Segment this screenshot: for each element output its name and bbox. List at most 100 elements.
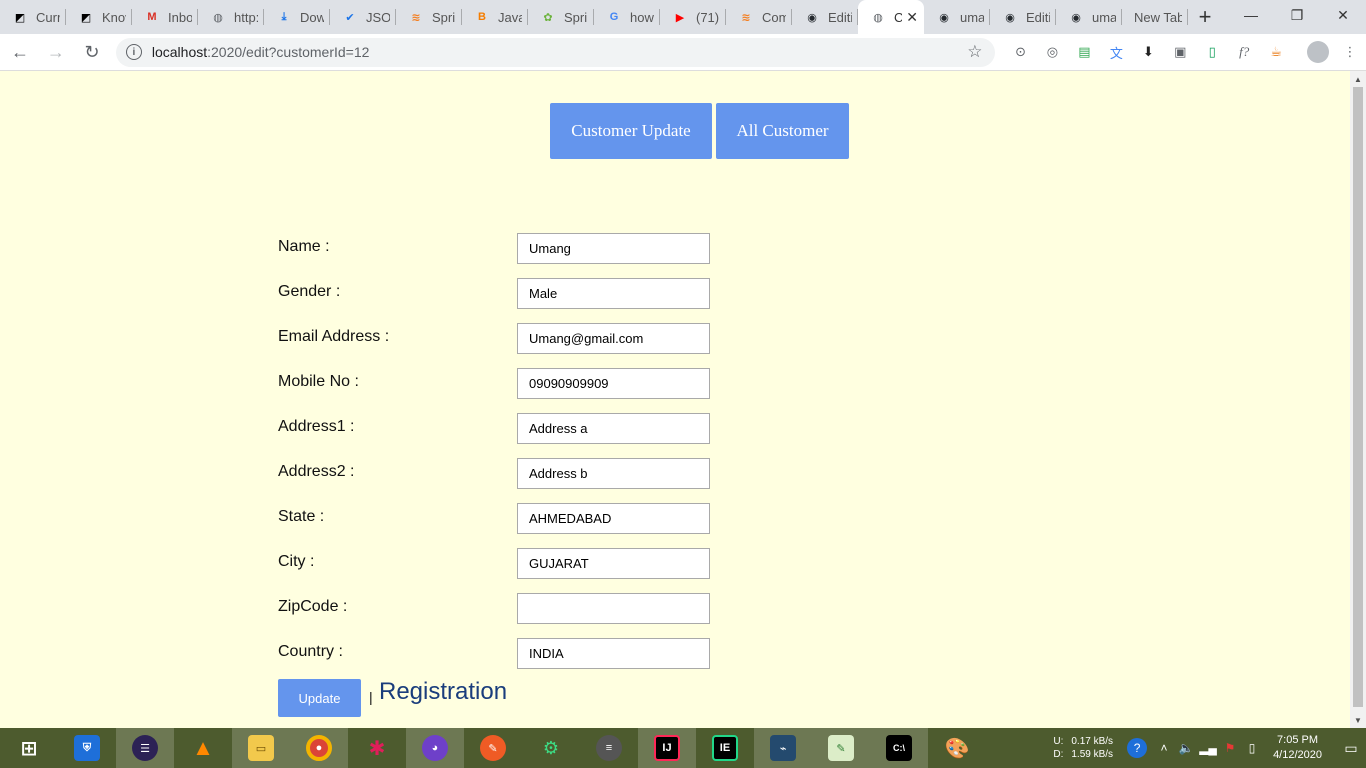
bookmark-star-icon[interactable]: ☆ <box>967 42 982 62</box>
browser-tab[interactable]: ◉ uma <box>1056 0 1122 34</box>
volume-icon[interactable]: 🔈 <box>1175 741 1197 755</box>
browser-tab[interactable]: ≋ Com <box>726 0 792 34</box>
browser-tab[interactable]: Ghow <box>594 0 660 34</box>
address-bar[interactable]: i localhost:2020/edit?customerId=12 ☆ <box>115 37 995 67</box>
intellij-icon[interactable]: IJ <box>638 728 696 768</box>
network-icon[interactable]: ▂▄ <box>1197 741 1219 755</box>
extension-icon[interactable]: ▯ <box>1196 38 1228 66</box>
scroll-up-icon[interactable]: ▲ <box>1350 71 1366 87</box>
field-input[interactable]: Umang <box>517 233 710 264</box>
menu-icon[interactable]: ⋮ <box>1334 38 1366 66</box>
tab-label: Sprir <box>432 9 456 25</box>
translate-icon[interactable]: 文 <box>1100 38 1132 66</box>
paint-icon[interactable]: 🎨 <box>928 728 986 768</box>
form-row: State : AHMEDABAD <box>278 503 718 534</box>
browser-tab[interactable]: ◩ Knov <box>66 0 132 34</box>
spring-icon: ✿ <box>543 11 553 24</box>
clock[interactable]: 7:05 PM 4/12/2020 <box>1273 733 1322 763</box>
form-row: Mobile No : 09090909909 <box>278 368 718 399</box>
page-scrollbar[interactable]: ▲ ▼ <box>1350 71 1366 728</box>
github-desktop-icon[interactable]: ◕ <box>406 728 464 768</box>
browser-tab[interactable]: ▶ (71) <box>660 0 726 34</box>
new-tab-plus-icon[interactable]: + <box>1188 0 1222 34</box>
extension-icon[interactable]: ◎ <box>1037 38 1069 66</box>
browser-tab[interactable]: ✔ JSON <box>330 0 396 34</box>
browser-tab[interactable]: ◉ Editi <box>792 0 858 34</box>
system-tray: U: D: 0.17 kB/s 1.59 kB/s ? ˄ 🔈 ▂▄ ⚑ ▯ 7… <box>1053 728 1366 768</box>
function-icon[interactable]: f? <box>1228 38 1260 66</box>
forward-icon[interactable]: → <box>40 36 72 68</box>
field-input[interactable]: Male <box>517 278 710 309</box>
browser-tab[interactable]: ⤓ Dow <box>264 0 330 34</box>
field-input[interactable]: INDIA <box>517 638 710 669</box>
browser-tab[interactable]: ◉ Editi <box>990 0 1056 34</box>
form-row: Name : Umang <box>278 233 718 264</box>
command-prompt-icon[interactable]: C:\ <box>870 728 928 768</box>
start-button[interactable]: ⊞ <box>0 728 58 768</box>
database-icon[interactable]: ≡ <box>580 728 638 768</box>
extension-icon[interactable]: ⊙ <box>1005 38 1037 66</box>
browser-tab[interactable]: ◍ C ✕ <box>858 0 924 34</box>
help-icon[interactable]: ? <box>1127 738 1148 758</box>
vlc-icon[interactable]: ▲ <box>174 728 232 768</box>
slack-icon[interactable]: ✱ <box>348 728 406 768</box>
field-input[interactable]: AHMEDABAD <box>517 503 710 534</box>
field-label: Country : <box>278 643 343 660</box>
tab-label: Sprir <box>564 9 588 25</box>
intellij-edu-icon[interactable]: IE <box>696 728 754 768</box>
top-nav: Customer Update All Customer <box>550 103 849 159</box>
update-button[interactable]: Update <box>278 679 361 717</box>
restore-icon[interactable]: ❐ <box>1274 0 1320 30</box>
browser-toolbar: ← → ↻ i localhost:2020/edit?customerId=1… <box>0 34 1366 71</box>
info-icon[interactable]: i <box>125 44 142 60</box>
browser-tab[interactable]: ✿ Sprir <box>528 0 594 34</box>
close-tab-icon[interactable]: ✕ <box>902 9 918 26</box>
close-window-icon[interactable]: ✕ <box>1320 0 1366 30</box>
chevron-up-icon[interactable]: ˄ <box>1153 741 1175 755</box>
browser-tab[interactable]: B Java <box>462 0 528 34</box>
flag-icon[interactable]: ⚑ <box>1219 741 1241 755</box>
reload-icon[interactable]: ↻ <box>76 36 108 68</box>
field-input[interactable]: 09090909909 <box>517 368 710 399</box>
field-input[interactable]: Umang@gmail.com <box>517 323 710 354</box>
defender-icon[interactable]: ⛨ <box>58 728 116 768</box>
profile-avatar-icon[interactable] <box>1302 38 1334 66</box>
minimize-icon[interactable]: — <box>1228 0 1274 30</box>
browser-tab[interactable]: New Tab <box>1122 0 1188 34</box>
tab-strip: ◩ Curr ◩ Knov M Inbo ◍ http: ⤓ Dow ✔ JSON ≋ Sprir B Jav… <box>0 0 1366 34</box>
registration-link[interactable]: Registration <box>379 678 507 706</box>
postman-icon[interactable]: ✎ <box>464 728 522 768</box>
extension-icon[interactable]: ▤ <box>1068 38 1100 66</box>
notification-icon[interactable]: ▭ <box>1336 728 1366 768</box>
extension-icon[interactable]: ▣ <box>1164 38 1196 66</box>
field-input[interactable]: GUJARAT <box>517 548 710 579</box>
net-labels: U: D: <box>1053 735 1063 761</box>
scroll-down-icon[interactable]: ▼ <box>1350 712 1366 728</box>
eclipse-icon[interactable]: ☰ <box>116 728 174 768</box>
browser-tab[interactable]: ◉ uma <box>924 0 990 34</box>
scrollbar-thumb[interactable] <box>1353 87 1363 707</box>
download-label: D: <box>1053 749 1064 760</box>
browser-tab[interactable]: ≋ Sprir <box>396 0 462 34</box>
field-input[interactable] <box>517 593 710 624</box>
back-icon[interactable]: ← <box>4 36 36 68</box>
blogger-icon: B <box>478 11 486 23</box>
all-customer-button[interactable]: All Customer <box>716 103 849 159</box>
field-input[interactable]: Address b <box>517 458 710 489</box>
chrome-icon[interactable]: ● <box>290 728 348 768</box>
browser-tab[interactable]: ◩ Curr <box>0 0 66 34</box>
tab-label: how <box>630 9 654 25</box>
battery-icon[interactable]: ▯ <box>1241 741 1263 755</box>
customer-update-button[interactable]: Customer Update <box>550 103 712 159</box>
file-explorer-icon[interactable]: ▭ <box>232 728 290 768</box>
mysql-workbench-icon[interactable]: ⌁ <box>754 728 812 768</box>
notepad-plus-icon[interactable]: ✎ <box>812 728 870 768</box>
android-studio-icon[interactable]: ⚙ <box>522 728 580 768</box>
field-label: State : <box>278 508 325 525</box>
browser-tab[interactable]: ◍ http: <box>198 0 264 34</box>
browser-tab[interactable]: M Inbo <box>132 0 198 34</box>
java-icon[interactable]: ☕ <box>1260 38 1292 66</box>
stackoverflow-icon: ≋ <box>411 11 421 24</box>
download-extension-icon[interactable]: ⬇ <box>1132 38 1164 66</box>
field-input[interactable]: Address a <box>517 413 710 444</box>
